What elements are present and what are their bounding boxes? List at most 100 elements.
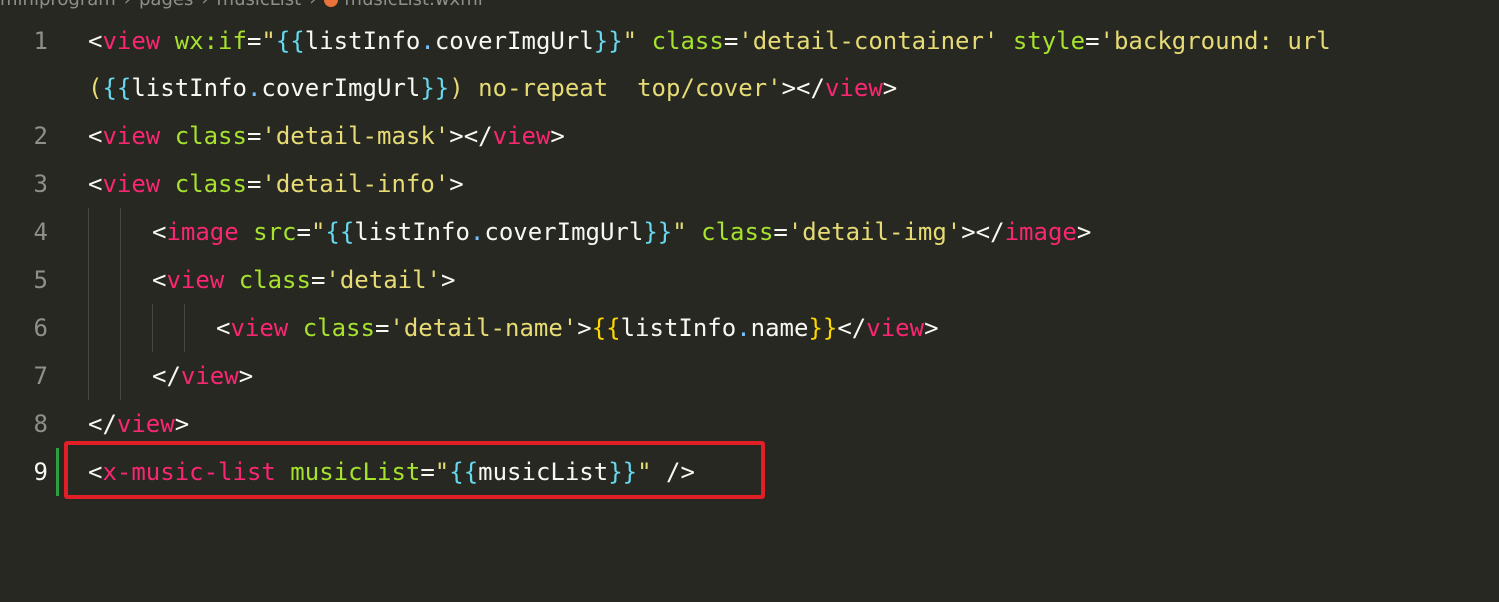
token: class bbox=[238, 266, 311, 294]
token: listInfo bbox=[304, 27, 421, 55]
token: . bbox=[736, 314, 751, 342]
token: view bbox=[866, 314, 925, 342]
token: . bbox=[246, 74, 262, 102]
token: > bbox=[924, 314, 939, 342]
token: " bbox=[622, 27, 638, 55]
line-number[interactable]: 3 bbox=[0, 160, 48, 208]
token: class bbox=[701, 218, 774, 246]
breadcrumb-separator: › bbox=[201, 0, 208, 10]
token: style bbox=[1012, 27, 1086, 55]
line-number[interactable]: 2 bbox=[0, 112, 48, 160]
token: </ bbox=[88, 410, 117, 438]
token: = bbox=[773, 218, 788, 246]
code-line-9[interactable]: <x-music-list musicList="{{musicList}}" … bbox=[88, 448, 695, 496]
token: coverImgUrl bbox=[261, 74, 421, 102]
token: view bbox=[180, 362, 239, 390]
token: 'detail-info' bbox=[261, 170, 450, 198]
token: name bbox=[750, 314, 809, 342]
line-number[interactable]: 6 bbox=[0, 304, 48, 352]
line-number[interactable]: 5 bbox=[0, 256, 48, 304]
token: view bbox=[166, 266, 225, 294]
token: /> bbox=[651, 458, 695, 486]
token: " bbox=[672, 218, 687, 246]
code-line-1[interactable]: <view wx:if="{{listInfo.coverImgUrl}}" c… bbox=[88, 17, 1331, 65]
token: view bbox=[102, 27, 161, 55]
token: src bbox=[253, 218, 297, 246]
token: {{ bbox=[325, 218, 355, 246]
token: musicList bbox=[478, 458, 609, 486]
token: image bbox=[166, 218, 239, 246]
token: = bbox=[1085, 27, 1100, 55]
token: listInfo bbox=[354, 218, 470, 246]
breadcrumb-item-miniprogram[interactable]: miniprogram bbox=[0, 0, 116, 10]
token: " bbox=[310, 218, 326, 246]
token: class bbox=[174, 122, 247, 150]
token: wx:if bbox=[174, 27, 247, 55]
token: = bbox=[246, 170, 262, 198]
token: class bbox=[651, 27, 724, 55]
token: }} bbox=[643, 218, 673, 246]
token: < bbox=[88, 27, 103, 55]
indent-guide bbox=[88, 208, 89, 400]
token: {{ bbox=[449, 458, 479, 486]
indent-guide bbox=[152, 304, 153, 352]
token: 'detail-img' bbox=[787, 218, 962, 246]
line-number[interactable]: 1 bbox=[0, 17, 48, 65]
token: 'detail-name' bbox=[389, 314, 578, 342]
breadcrumb-item-musiclist[interactable]: musicList bbox=[217, 0, 302, 10]
token: > bbox=[882, 74, 898, 102]
token: musicList bbox=[290, 458, 421, 486]
token: " bbox=[434, 458, 450, 486]
breadcrumb-item-file[interactable]: musicList.wxml bbox=[344, 0, 482, 10]
code-line-3[interactable]: <view class='detail-info'> bbox=[88, 160, 464, 208]
code-line-2[interactable]: <view class='detail-mask'></view> bbox=[88, 112, 565, 160]
code-line-5[interactable]: <view class='detail'> bbox=[152, 256, 455, 304]
token: > bbox=[238, 362, 254, 390]
token: view bbox=[102, 170, 161, 198]
token: < bbox=[216, 314, 231, 342]
token: = bbox=[374, 314, 390, 342]
git-modified-indicator bbox=[56, 448, 59, 496]
line-number-current[interactable]: 9 bbox=[0, 448, 48, 496]
token: coverImgUrl bbox=[484, 218, 644, 246]
token: {{ bbox=[102, 74, 132, 102]
token: . bbox=[469, 218, 485, 246]
token: < bbox=[88, 170, 103, 198]
token: class bbox=[174, 170, 247, 198]
token: " bbox=[637, 458, 652, 486]
token: }} bbox=[808, 314, 838, 342]
line-number[interactable]: 7 bbox=[0, 352, 48, 400]
token: > bbox=[174, 410, 190, 438]
code-line-4[interactable]: <image src="{{listInfo.coverImgUrl}}" cl… bbox=[152, 208, 1091, 256]
code-line-6[interactable]: <view class='detail-name'>{{listInfo.nam… bbox=[216, 304, 939, 352]
indent-guide bbox=[184, 304, 185, 352]
code-line-7[interactable]: </view> bbox=[152, 352, 253, 400]
breadcrumb-separator: › bbox=[124, 0, 131, 10]
breadcrumb-item-pages[interactable]: pages bbox=[139, 0, 193, 10]
line-number[interactable]: 8 bbox=[0, 400, 48, 448]
token: listInfo bbox=[620, 314, 737, 342]
token: = bbox=[296, 218, 311, 246]
token: < bbox=[152, 266, 167, 294]
code-line-8[interactable]: </view> bbox=[88, 400, 189, 448]
token: > bbox=[550, 122, 565, 150]
token: view bbox=[230, 314, 289, 342]
token: view bbox=[824, 74, 883, 102]
token: < bbox=[88, 122, 103, 150]
token: 'detail-container' bbox=[738, 27, 999, 55]
token: > bbox=[449, 170, 464, 198]
code-line-1-wrapped[interactable]: ({{listInfo.coverImgUrl}}) no-repeat top… bbox=[88, 64, 897, 112]
token: = bbox=[420, 458, 435, 486]
code-editor[interactable]: miniprogram›pages›musicList›musicList.wx… bbox=[0, 0, 1499, 602]
token: 'detail-mask' bbox=[261, 122, 450, 150]
wxml-file-icon bbox=[324, 0, 339, 7]
line-number[interactable]: 4 bbox=[0, 208, 48, 256]
token: </ bbox=[152, 362, 181, 390]
token: listInfo bbox=[131, 74, 247, 102]
token: image bbox=[1004, 218, 1077, 246]
